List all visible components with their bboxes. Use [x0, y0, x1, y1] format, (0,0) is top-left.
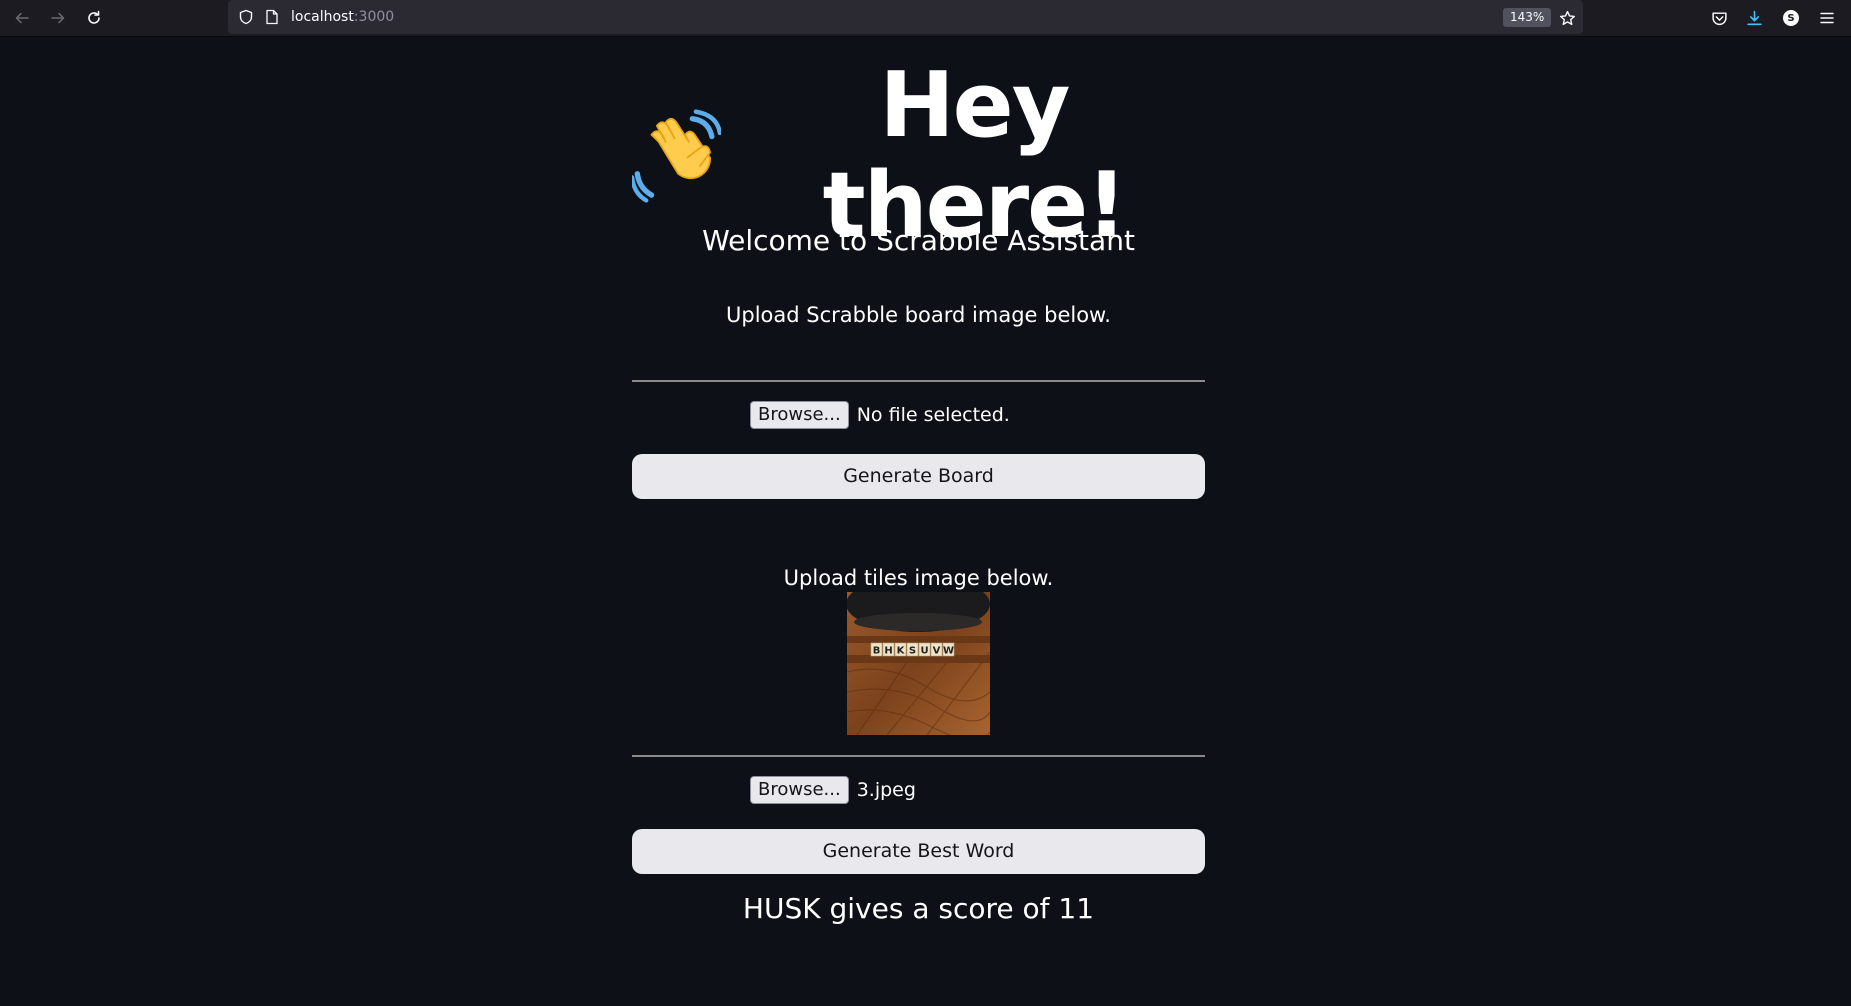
scrabble-tile-letter: U — [920, 646, 928, 657]
url-port: :3000 — [353, 9, 395, 25]
downloads-icon[interactable] — [1742, 6, 1766, 30]
generate-board-button[interactable]: Generate Board — [632, 454, 1205, 499]
scrabble-tile-letter: W — [943, 646, 954, 657]
page-subtitle: Welcome to Scrabble Assistant — [702, 224, 1135, 257]
zoom-level-badge[interactable]: 143% — [1503, 8, 1552, 27]
scrabble-tile-letter: B — [873, 646, 881, 657]
tiles-file-status: 3.jpeg — [856, 779, 916, 801]
tiles-image-preview: BHKSUVW — [847, 592, 990, 735]
tracking-shield-icon[interactable] — [237, 8, 255, 26]
scrabble-tile-letter: S — [909, 646, 916, 657]
tiles-upload-instruction: Upload tiles image below. — [783, 566, 1054, 590]
scrabble-tile-letter: H — [884, 646, 892, 657]
browser-toolbar: localhost:3000 143% S — [0, 0, 1851, 37]
pocket-icon[interactable] — [1707, 6, 1731, 30]
back-arrow-icon[interactable] — [10, 6, 34, 30]
waving-hand-icon — [632, 109, 721, 203]
bookmark-star-icon[interactable] — [1555, 6, 1579, 30]
account-avatar-icon[interactable]: S — [1779, 6, 1803, 30]
tile-letters: BHKSUVW — [870, 642, 955, 657]
tiles-section-divider — [632, 755, 1205, 757]
board-file-input[interactable]: Browse... No file selected. — [750, 400, 1010, 430]
tiles-file-input[interactable]: Browse... 3.jpeg — [750, 775, 916, 805]
reload-icon[interactable] — [82, 6, 106, 30]
page-info-icon[interactable] — [263, 8, 281, 26]
scrabble-tile-letter: V — [933, 646, 941, 657]
menu-hamburger-icon[interactable] — [1815, 6, 1839, 30]
best-word-result: HUSK gives a score of 11 — [742, 892, 1095, 925]
board-section-divider — [632, 380, 1205, 382]
board-browse-button[interactable]: Browse... — [750, 401, 849, 429]
generate-best-word-button[interactable]: Generate Best Word — [632, 829, 1205, 874]
url-text[interactable]: localhost:3000 — [291, 8, 394, 26]
board-upload-instruction: Upload Scrabble board image below. — [726, 303, 1111, 327]
hero-header: Hey there! — [632, 56, 1205, 256]
tiles-browse-button[interactable]: Browse... — [750, 776, 849, 804]
scrabble-tile-letter: K — [897, 646, 906, 657]
forward-arrow-icon[interactable] — [46, 6, 70, 30]
address-bar[interactable] — [228, 0, 1583, 34]
url-host: localhost — [291, 9, 354, 25]
board-file-status: No file selected. — [856, 404, 1010, 426]
